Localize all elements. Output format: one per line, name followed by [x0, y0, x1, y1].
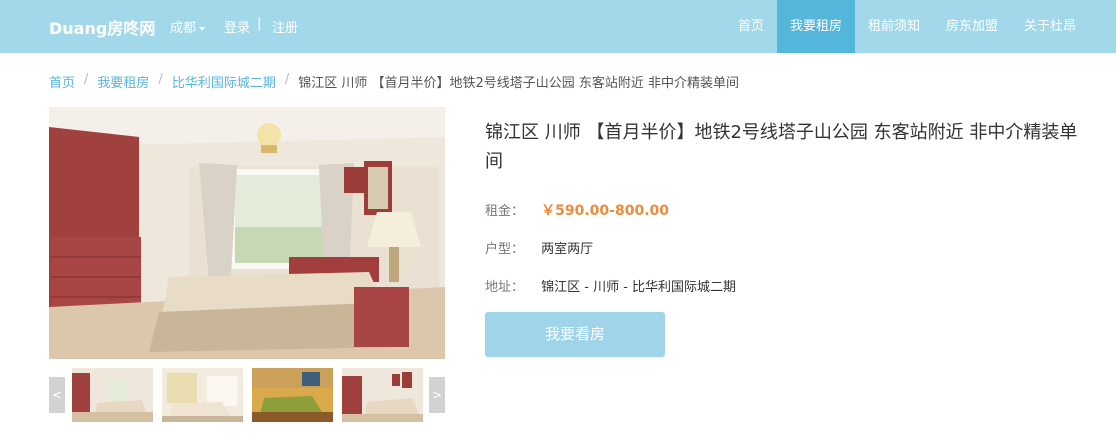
address-row: 地址： 锦江区 - 川师 - 比华利国际城二期 [485, 276, 736, 295]
listing-title: 锦江区 川师 【首月半价】地铁2号线塔子山公园 东客站附近 非中介精装单间 [485, 122, 1078, 172]
layout-label: 户型： [485, 242, 525, 257]
address-value: 锦江区 - 川师 - 比华利国际城二期 [541, 280, 737, 295]
rent-price: ￥590.00-800.00 [541, 203, 669, 219]
register-link[interactable]: 注册 [272, 17, 298, 36]
thumbnail-1[interactable] [72, 368, 153, 422]
login-register-separator: | [257, 16, 262, 31]
thumbnail-3[interactable] [252, 368, 333, 422]
breadcrumb-separator: / [158, 72, 163, 87]
nav-rental-guide[interactable]: 租前须知 [855, 0, 933, 53]
next-arrow-button[interactable]: > [429, 377, 445, 413]
nav-about[interactable]: 关于杜昂 [1011, 0, 1089, 53]
main-nav: 首页 我要租房 租前须知 房东加盟 关于杜昂 [725, 0, 1089, 53]
thumbnail-2[interactable] [162, 368, 243, 422]
view-house-button[interactable]: 我要看房 [485, 312, 665, 357]
nav-rent[interactable]: 我要租房 [776, 0, 855, 53]
nav-home[interactable]: 首页 [725, 0, 777, 53]
caret-down-icon [199, 26, 206, 31]
address-label: 地址： [485, 280, 525, 295]
prev-arrow-button[interactable]: < [49, 377, 65, 413]
breadcrumb-separator: / [284, 72, 290, 87]
top-navbar: Duang房咚网 成都 登录 | 注册 首页 我要租房 租前须知 房东加盟 关于… [0, 0, 1116, 53]
breadcrumb-home[interactable]: 首页 [49, 72, 75, 91]
rent-row: 租金： ￥590.00-800.00 [485, 200, 669, 220]
main-room-photo [49, 107, 445, 359]
site-logo[interactable]: Duang房咚网 [49, 15, 155, 39]
breadcrumb-rent[interactable]: 我要租房 [97, 72, 149, 91]
nav-landlord-join[interactable]: 房东加盟 [933, 0, 1011, 53]
login-link[interactable]: 登录 [224, 17, 250, 36]
layout-row: 户型： 两室两厅 [485, 238, 593, 257]
layout-value: 两室两厅 [541, 242, 594, 257]
thumbnail-strip: < > [49, 368, 445, 422]
breadcrumb: 首页 / 我要租房 / 比华利国际城二期 / 锦江区 川师 【首月半价】地铁2号… [49, 72, 739, 91]
rent-label: 租金： [485, 204, 525, 219]
breadcrumb-community[interactable]: 比华利国际城二期 [172, 72, 276, 91]
breadcrumb-separator: / [84, 72, 89, 87]
thumbnail-4[interactable] [342, 368, 423, 422]
city-selector[interactable]: 成都 [170, 17, 206, 36]
breadcrumb-current: 锦江区 川师 【首月半价】地铁2号线塔子山公园 东客站附近 非中介精装单间 [298, 76, 740, 91]
city-label: 成都 [170, 21, 197, 36]
